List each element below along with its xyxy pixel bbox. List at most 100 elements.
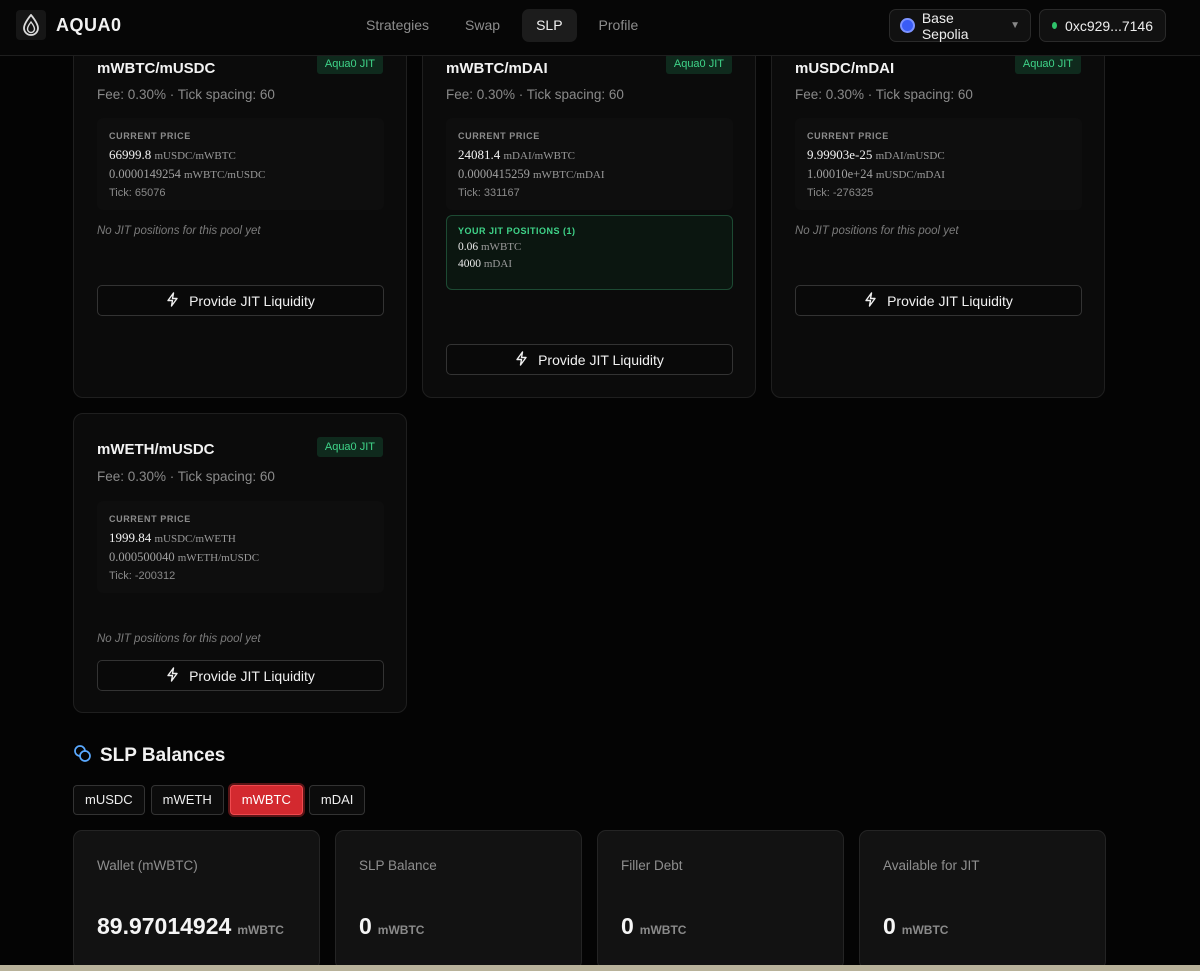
base-chain-icon [900, 18, 915, 33]
price-main: 66999.8 mUSDC/mWBTC [109, 147, 372, 163]
price-value: 24081.4 [458, 147, 501, 162]
jit-positions-box: YOUR JIT POSITIONS (1) 0.06 mWBTC 4000 m… [446, 215, 733, 290]
nav-slp[interactable]: SLP [522, 9, 577, 42]
pool-card: mWBTC/mDAI Aqua0 JIT Fee: 0.30% · Tick s… [422, 30, 756, 398]
price-inverse: 1.00010e+24 mUSDC/mDAI [807, 167, 1070, 182]
price-inverse-unit: mWETH/mUSDC [177, 552, 260, 564]
price-inverse: 0.0000415259 mWBTC/mDAI [458, 167, 721, 182]
button-label: Provide JIT Liquidity [189, 667, 315, 684]
current-price-box: CURRENT PRICE 1999.84 mUSDC/mWETH 0.0005… [97, 501, 384, 593]
pool-card: mWETH/mUSDC Aqua0 JIT Fee: 0.30% · Tick … [73, 413, 407, 713]
price-unit: mUSDC/mWETH [154, 533, 236, 545]
nav-strategies[interactable]: Strategies [352, 9, 443, 42]
position-token: mWBTC [481, 241, 522, 253]
logo[interactable]: AQUA0 [16, 10, 122, 40]
price-unit: mDAI/mWBTC [503, 150, 576, 162]
chain-name: Base Sepolia [921, 9, 969, 42]
section-title: SLP Balances [100, 745, 226, 766]
current-price-box: CURRENT PRICE 66999.8 mUSDC/mWBTC 0.0000… [97, 118, 384, 210]
nav-swap[interactable]: Swap [451, 9, 514, 42]
provide-jit-liquidity-button[interactable]: Provide JIT Liquidity [97, 285, 384, 316]
current-price-box: CURRENT PRICE 24081.4 mDAI/mWBTC 0.00004… [446, 118, 733, 210]
top-navbar: AQUA0 Strategies Swap SLP Profile Base S… [0, 0, 1200, 56]
jit-badge: Aqua0 JIT [665, 54, 732, 74]
token-tabs: mUSDC mWETH mWBTC mDAI [73, 785, 366, 815]
pool-fee: Fee: 0.30% · Tick spacing: 60 [795, 87, 973, 102]
stat-card-filler-debt: Filler Debt 0 mWBTC [597, 830, 844, 970]
chain-selector[interactable]: Base Sepolia ▼ [889, 9, 1031, 42]
stat-value: 0 mWBTC [359, 913, 424, 940]
water-drop-icon [16, 10, 46, 40]
stat-amount: 89.97014924 [97, 913, 232, 939]
price-unit: mDAI/mUSDC [875, 150, 945, 162]
pool-tick: Tick: -276325 [807, 187, 874, 199]
price-inverse: 0.0000149254 mWBTC/mUSDC [109, 167, 372, 182]
pool-name: mWETH/mUSDC [97, 441, 215, 458]
pool-name: mUSDC/mDAI [795, 60, 895, 77]
pool-tick: Tick: 331167 [458, 187, 520, 199]
stat-value: 0 mWBTC [883, 913, 948, 940]
stat-value: 0 mWBTC [621, 913, 686, 940]
chevron-down-icon: ▼ [1010, 20, 1020, 31]
stat-label: Available for JIT [883, 858, 980, 873]
price-inverse: 0.000500040 mWETH/mUSDC [109, 550, 372, 565]
lightning-icon [864, 291, 877, 310]
price-inverse-value: 0.0000149254 [109, 167, 181, 181]
stat-unit: mWBTC [639, 923, 687, 937]
lightning-icon [515, 350, 528, 369]
provide-jit-liquidity-button[interactable]: Provide JIT Liquidity [795, 285, 1082, 316]
tab-mwbtc[interactable]: mWBTC [229, 785, 303, 815]
price-inverse-value: 0.000500040 [109, 550, 175, 564]
stat-unit: mWBTC [237, 923, 284, 937]
jit-position-row: 0.06 mWBTC [458, 241, 721, 253]
coins-icon [73, 744, 92, 768]
stat-unit: mWBTC [901, 923, 949, 937]
pool-name: mWBTC/mUSDC [97, 60, 216, 77]
jit-badge: Aqua0 JIT [316, 437, 383, 457]
provide-jit-liquidity-button[interactable]: Provide JIT Liquidity [446, 344, 733, 375]
jit-positions-label: YOUR JIT POSITIONS (1) [458, 226, 576, 236]
price-label: CURRENT PRICE [109, 131, 191, 141]
lightning-icon [166, 291, 179, 310]
price-main: 1999.84 mUSDC/mWETH [109, 530, 372, 546]
price-inverse-value: 0.0000415259 [458, 167, 530, 181]
logo-text: AQUA0 [56, 14, 122, 35]
nav-profile[interactable]: Profile [585, 9, 653, 42]
current-price-box: CURRENT PRICE 9.99903e-25 mDAI/mUSDC 1.0… [795, 118, 1082, 210]
pool-fee: Fee: 0.30% · Tick spacing: 60 [97, 469, 275, 484]
stat-amount: 0 [621, 913, 634, 939]
price-unit: mUSDC/mWBTC [154, 150, 236, 162]
price-main: 24081.4 mDAI/mWBTC [458, 147, 721, 163]
pool-tick: Tick: -200312 [109, 570, 176, 582]
wallet-button[interactable]: 0xc929...7146 [1039, 9, 1166, 42]
price-inverse-unit: mUSDC/mDAI [875, 169, 945, 181]
stat-label: Filler Debt [621, 858, 683, 873]
no-jit-message: No JIT positions for this pool yet [97, 225, 261, 237]
stat-unit: mWBTC [377, 923, 425, 937]
jit-position-row: 4000 mDAI [458, 258, 721, 270]
tab-mweth[interactable]: mWETH [150, 785, 224, 815]
slp-balances-heading: SLP Balances [73, 744, 225, 768]
main-nav: Strategies Swap SLP Profile [352, 9, 652, 42]
tab-mdai[interactable]: mDAI [308, 785, 366, 815]
no-jit-message: No JIT positions for this pool yet [795, 225, 959, 237]
price-value: 9.99903e-25 [807, 147, 873, 162]
connected-status-icon [1052, 22, 1058, 29]
tab-musdc[interactable]: mUSDC [73, 785, 145, 815]
button-label: Provide JIT Liquidity [887, 292, 1013, 309]
price-value: 1999.84 [109, 530, 152, 545]
no-jit-message: No JIT positions for this pool yet [97, 633, 261, 645]
pool-card: mUSDC/mDAI Aqua0 JIT Fee: 0.30% · Tick s… [771, 30, 1105, 398]
price-label: CURRENT PRICE [807, 131, 889, 141]
stat-label: SLP Balance [359, 858, 437, 873]
button-label: Provide JIT Liquidity [189, 292, 315, 309]
stat-value: 89.97014924 mWBTC [97, 913, 284, 940]
price-value: 66999.8 [109, 147, 152, 162]
pool-name: mWBTC/mDAI [446, 60, 548, 77]
price-main: 9.99903e-25 mDAI/mUSDC [807, 147, 1070, 163]
wallet-address: 0xc929...7146 [1065, 17, 1153, 34]
jit-badge: Aqua0 JIT [316, 54, 383, 74]
provide-jit-liquidity-button[interactable]: Provide JIT Liquidity [97, 660, 384, 691]
price-label: CURRENT PRICE [109, 514, 191, 524]
position-amount: 0.06 [458, 241, 479, 253]
